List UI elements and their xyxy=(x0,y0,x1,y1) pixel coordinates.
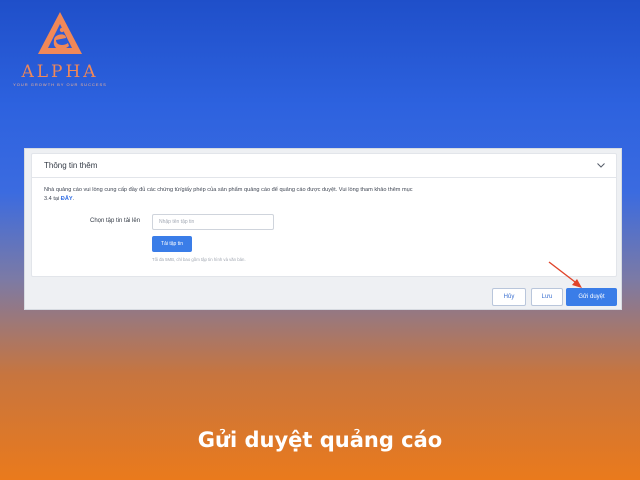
brand-name: ALPHA xyxy=(21,62,99,82)
alpha-logo-icon xyxy=(38,12,82,54)
panel-title: Thông tin thêm xyxy=(44,161,98,170)
cancel-button[interactable]: Hủy xyxy=(492,288,526,306)
caption: Gửi duyệt quảng cáo xyxy=(197,428,443,452)
brand-tagline: YOUR GROWTH BY OUR SUCCESS xyxy=(13,82,107,87)
ads-manager-screen: Thông tin thêm Nhà quảng cáo vui lòng cu… xyxy=(24,148,622,310)
save-button[interactable]: Lưu xyxy=(531,288,563,306)
description-text: Nhà quảng cáo vui lòng cung cấp đầy đủ c… xyxy=(44,187,413,202)
panel-description: Nhà quảng cáo vui lòng cung cấp đầy đủ c… xyxy=(44,186,414,204)
alpha-logo: ALPHA YOUR GROWTH BY OUR SUCCESS xyxy=(12,10,108,90)
additional-info-panel: Thông tin thêm Nhà quảng cáo vui lòng cu… xyxy=(31,153,617,277)
submit-for-review-button[interactable]: Gửi duyệt xyxy=(566,288,617,306)
panel-header[interactable]: Thông tin thêm xyxy=(32,154,616,178)
description-period: . xyxy=(72,196,75,202)
chevron-down-icon[interactable] xyxy=(596,160,606,170)
upload-hint: Tối đa 5MB, chỉ bao gồm tập tin hình và … xyxy=(152,257,246,262)
file-name-input[interactable] xyxy=(152,214,274,230)
file-upload-label: Chọn tập tin tải lên xyxy=(90,218,141,224)
reference-link[interactable]: ĐÂY xyxy=(61,196,73,202)
upload-file-button[interactable]: Tải tập tin xyxy=(152,236,192,252)
